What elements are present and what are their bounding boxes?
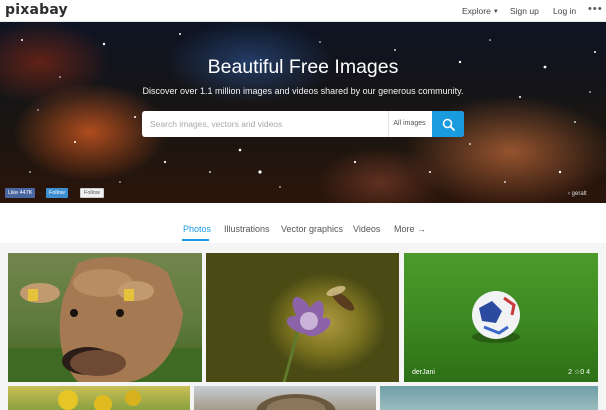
tab-illustrations[interactable]: Illustrations: [224, 224, 270, 234]
cow-image: [8, 257, 202, 382]
tab-videos[interactable]: Videos: [353, 224, 380, 234]
active-tab-indicator: [182, 239, 209, 241]
more-dots-icon[interactable]: • • •: [588, 3, 602, 15]
image-tile-yellow-flowers[interactable]: [8, 386, 190, 410]
tile-stats[interactable]: 2 ☆0 4: [568, 368, 590, 376]
flower-image: [282, 285, 355, 382]
image-tile-water[interactable]: [380, 386, 598, 410]
search-type-select[interactable]: All images ▼: [388, 111, 430, 137]
caret-down-icon: ▼: [492, 9, 499, 15]
soccer-ball-image: [472, 291, 520, 343]
explore-label: Explore: [462, 6, 491, 16]
login-link[interactable]: Log in: [553, 6, 576, 16]
tile-author[interactable]: derJani: [412, 369, 435, 376]
twitter-follow-button[interactable]: Follow: [46, 188, 68, 198]
search-bar: All images ▼: [142, 111, 464, 137]
search-input[interactable]: [142, 111, 387, 137]
image-credit[interactable]: ‹ geralt: [568, 191, 587, 197]
hero-banner: Beautiful Free Images Discover over 1.1 …: [0, 22, 606, 203]
facebook-like-button[interactable]: Like 447K: [5, 188, 36, 198]
credit-name: geralt: [571, 191, 587, 197]
image-tile-cow[interactable]: [8, 253, 202, 382]
image-tile-hedgehog[interactable]: [194, 386, 376, 410]
tab-more[interactable]: More →: [394, 224, 426, 234]
image-tile-flower[interactable]: [206, 253, 399, 382]
search-icon: [442, 118, 455, 131]
explore-menu[interactable]: Explore ▼: [462, 6, 499, 16]
media-type-tabs: Photos Illustrations Vector graphics Vid…: [0, 203, 606, 243]
hero-title: Beautiful Free Images: [207, 56, 399, 78]
search-button[interactable]: [432, 111, 464, 137]
yellow-flowers-image: [58, 390, 141, 410]
gplus-follow-button[interactable]: Follow: [80, 188, 104, 198]
hedgehog-image: [256, 394, 336, 410]
image-tile-soccer-ball[interactable]: derJani 2 ☆0 4: [404, 253, 598, 382]
pixabay-logo[interactable]: pixabay: [5, 2, 68, 18]
hero-subtitle: Discover over 1.1 million images and vid…: [142, 86, 464, 96]
tab-vector-graphics[interactable]: Vector graphics: [281, 224, 343, 234]
signup-link[interactable]: Sign up: [510, 6, 539, 16]
search-type-label: All images: [393, 120, 426, 127]
top-navbar: pixabay Explore ▼ Sign up Log in • • •: [0, 0, 606, 22]
tab-photos[interactable]: Photos: [183, 224, 211, 234]
